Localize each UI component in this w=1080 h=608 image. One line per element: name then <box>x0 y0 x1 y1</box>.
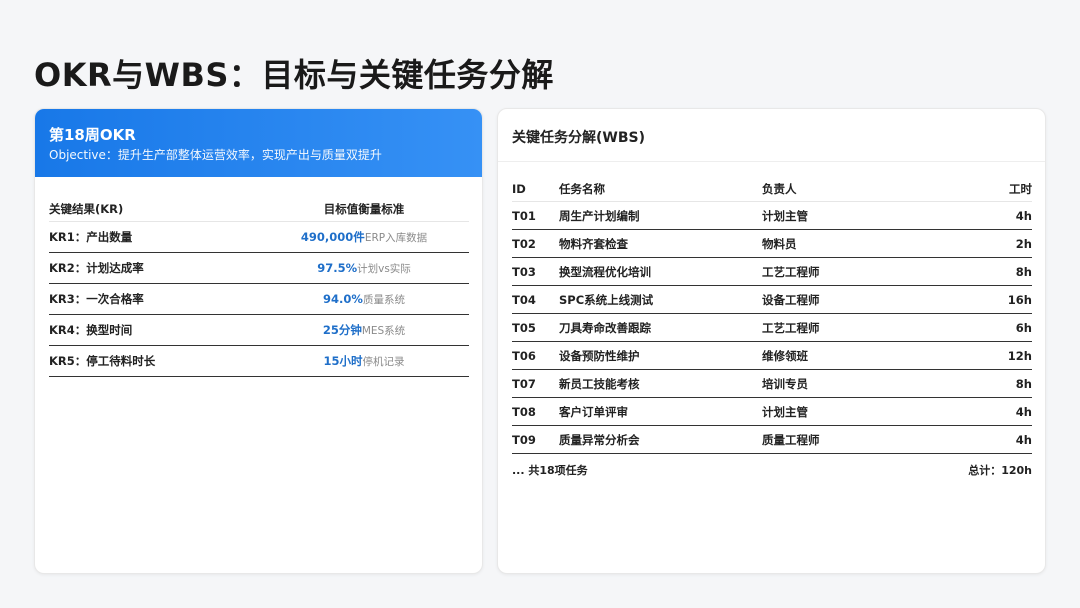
task-name: 周生产计划编制 <box>559 201 762 230</box>
kr-target-value: 490,000件 <box>300 230 365 244</box>
kr-source: 计划vs实际 <box>357 262 411 275</box>
task-hours: 16h <box>942 285 1032 314</box>
task-hours: 4h <box>942 397 1032 426</box>
task-name: 质量异常分析会 <box>559 425 762 454</box>
task-name: 设备预防性维护 <box>559 341 762 370</box>
wbs-table-header-row: ID 任务名称 负责人 工时 <box>512 177 1032 202</box>
kr-standard: 15小时停机记录 <box>259 345 469 377</box>
kr-table: 关键结果(KR) 目标值衡量标准 KR1：产出数量 490,000件ERP入库数… <box>49 197 469 377</box>
kr-name: KR4：换型时间 <box>49 314 259 346</box>
table-row: T03 换型流程优化培训 工艺工程师 8h <box>512 257 1032 286</box>
table-row: T09 质量异常分析会 质量工程师 4h <box>512 425 1032 454</box>
task-name: 物料齐套检查 <box>559 229 762 258</box>
task-name: SPC系统上线测试 <box>559 285 762 314</box>
table-row: T06 设备预防性维护 维修领班 12h <box>512 341 1032 370</box>
task-name: 刀具寿命改善跟踪 <box>559 313 762 342</box>
task-id: T03 <box>512 257 559 286</box>
task-hours: 12h <box>942 341 1032 370</box>
task-owner: 计划主管 <box>762 201 942 230</box>
task-id: T07 <box>512 369 559 398</box>
task-hours: 4h <box>942 425 1032 454</box>
task-id: T05 <box>512 313 559 342</box>
table-row: T02 物料齐套检查 物料员 2h <box>512 229 1032 258</box>
task-hours: 8h <box>942 257 1032 286</box>
task-hours: 2h <box>942 229 1032 258</box>
table-row: KR4：换型时间 25分钟MES系统 <box>49 314 469 346</box>
kr-target-value: 25分钟 <box>322 323 362 337</box>
task-name: 客户订单评审 <box>559 397 762 426</box>
kr-source: 质量系统 <box>362 293 405 306</box>
task-owner: 物料员 <box>762 229 942 258</box>
kr-standard: 97.5%计划vs实际 <box>259 252 469 284</box>
task-owner: 工艺工程师 <box>762 257 942 286</box>
owner-column-header: 负责人 <box>762 177 942 202</box>
task-id: T06 <box>512 341 559 370</box>
kr-target-value: 97.5% <box>317 260 358 275</box>
task-name: 换型流程优化培训 <box>559 257 762 286</box>
task-owner: 工艺工程师 <box>762 313 942 342</box>
kr-source: 停机记录 <box>362 356 405 368</box>
page-title: OKR与WBS：目标与关键任务分解 <box>34 56 554 94</box>
okr-week-label: 第18周OKR <box>49 126 136 144</box>
kr-target-value: 15小时 <box>323 354 363 368</box>
table-row: KR1：产出数量 490,000件ERP入库数据 <box>49 221 469 253</box>
okr-card: 第18周OKR Objective：提升生产部整体运营效率，实现产出与质量双提升… <box>34 108 483 574</box>
table-row: KR2：计划达成率 97.5%计划vs实际 <box>49 252 469 284</box>
kr-name: KR1：产出数量 <box>49 221 259 253</box>
kr-column-header: 关键结果(KR) <box>49 197 259 222</box>
table-row: T01 周生产计划编制 计划主管 4h <box>512 201 1032 230</box>
task-owner: 计划主管 <box>762 397 942 426</box>
table-row: T04 SPC系统上线测试 设备工程师 16h <box>512 285 1032 314</box>
okr-header: 第18周OKR Objective：提升生产部整体运营效率，实现产出与质量双提升 <box>35 109 482 177</box>
kr-target-value: 94.0% <box>323 291 363 306</box>
table-row: KR5：停工待料时长 15小时停机记录 <box>49 345 469 377</box>
task-id: T04 <box>512 285 559 314</box>
kr-source: MES系统 <box>361 325 406 337</box>
task-id: T09 <box>512 425 559 454</box>
wbs-card: 关键任务分解(WBS) ID 任务名称 负责人 工时 T01 周生产计划编制 计… <box>497 108 1046 574</box>
kr-source: ERP入库数据 <box>364 232 428 244</box>
task-owner: 质量工程师 <box>762 425 942 454</box>
total-hours: 总计：120h <box>968 464 1032 477</box>
kr-name: KR3：一次合格率 <box>49 283 259 315</box>
task-id: T08 <box>512 397 559 426</box>
task-id: T01 <box>512 201 559 230</box>
kr-standard: 490,000件ERP入库数据 <box>259 221 469 253</box>
table-row: T08 客户订单评审 计划主管 4h <box>512 397 1032 426</box>
task-hours: 8h <box>942 369 1032 398</box>
wbs-table: ID 任务名称 负责人 工时 T01 周生产计划编制 计划主管 4h T02 物… <box>512 177 1032 454</box>
wbs-title: 关键任务分解(WBS) <box>512 130 645 146</box>
okr-objective: Objective：提升生产部整体运营效率，实现产出与质量双提升 <box>49 148 382 162</box>
kr-standard: 25分钟MES系统 <box>259 314 469 346</box>
table-row: T05 刀具寿命改善跟踪 工艺工程师 6h <box>512 313 1032 342</box>
table-row: KR3：一次合格率 94.0%质量系统 <box>49 283 469 315</box>
kr-standard: 94.0%质量系统 <box>259 283 469 315</box>
task-owner: 培训专员 <box>762 369 942 398</box>
task-hours: 6h <box>942 313 1032 342</box>
hours-column-header: 工时 <box>942 177 1032 202</box>
name-column-header: 任务名称 <box>559 177 762 202</box>
wbs-footer: ... 共18项任务 总计：120h <box>512 462 1032 478</box>
task-owner: 设备工程师 <box>762 285 942 314</box>
id-column-header: ID <box>512 177 559 202</box>
task-id: T02 <box>512 229 559 258</box>
task-owner: 维修领班 <box>762 341 942 370</box>
kr-name: KR5：停工待料时长 <box>49 345 259 377</box>
kr-table-header-row: 关键结果(KR) 目标值衡量标准 <box>49 197 469 222</box>
task-name: 新员工技能考核 <box>559 369 762 398</box>
task-count-note: ... 共18项任务 <box>512 464 588 477</box>
standard-column-header: 目标值衡量标准 <box>259 197 469 222</box>
task-hours: 4h <box>942 201 1032 230</box>
table-row: T07 新员工技能考核 培训专员 8h <box>512 369 1032 398</box>
kr-name: KR2：计划达成率 <box>49 252 259 284</box>
wbs-divider <box>498 161 1045 162</box>
